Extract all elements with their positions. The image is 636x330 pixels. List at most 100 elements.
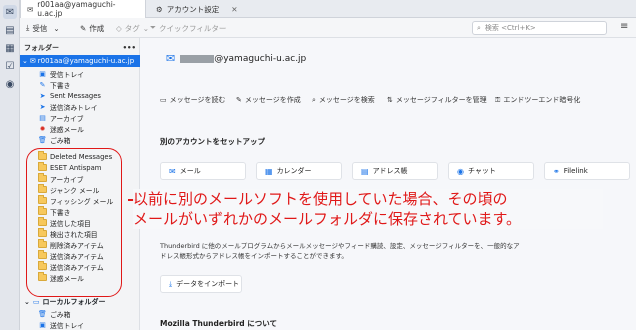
chevron-down-icon[interactable]: ⌄ [53, 24, 59, 33]
tab-mail[interactable]: ✉ r001aa@yamaguchi-u.ac.jp [20, 0, 146, 18]
tag-icon: ◇ [116, 23, 122, 33]
setup-filelink-card[interactable]: ⚭ Filelink [544, 162, 630, 180]
inbox-icon: ▣ [39, 69, 46, 78]
chevron-down-icon[interactable]: ⌄ [22, 57, 28, 65]
quick-filter-button[interactable]: ⏷ クイックフィルター [150, 21, 226, 35]
setup-chat-card[interactable]: ◉ チャット [448, 162, 534, 180]
account-label: r001aa@yamaguchi-u.ac.jp [37, 57, 135, 65]
folder-label: 送信済みトレイ [50, 103, 98, 112]
card-label: Filelink [563, 167, 588, 175]
folder-pane-header: フォルダー ••• [24, 42, 136, 54]
read-icon: ▭ [160, 96, 167, 104]
folder-label: ごみ箱 [50, 310, 71, 319]
setup-calendar-card[interactable]: ▦ カレンダー [256, 162, 342, 180]
filter-icon: ⏷ [150, 23, 156, 32]
mail-icon: ✉ [27, 4, 34, 14]
setup-section-title: 別のアカウントをセットアップ [160, 137, 265, 146]
folder-drafts[interactable]: ✎ 下書き [38, 79, 71, 90]
pencil-icon: ✎ [80, 23, 87, 33]
account-row[interactable]: ⌄ ✉ r001aa@yamaguchi-u.ac.jp [20, 55, 140, 67]
folder-archive[interactable]: ▤ アーカイブ [38, 112, 83, 123]
search-input[interactable]: ⌕ 検索 <Ctrl+K> [472, 21, 607, 35]
account-mail-icon: ✉ [29, 57, 36, 65]
trash-icon: 🗑 [38, 309, 47, 318]
annotation-line-2: メールがいずれかのメールフォルダに保存されています。 [133, 210, 522, 228]
filter-icon: ⇅ [387, 96, 393, 104]
folder-sent-tray[interactable]: ➤ 送信済みトレイ [38, 101, 98, 112]
calendar-space-icon[interactable]: ▦ [3, 41, 17, 55]
get-messages-label: 受信 [32, 23, 48, 33]
action-label: メッセージフィルターを管理 [395, 96, 487, 104]
tasks-space-icon[interactable]: ☑ [3, 59, 17, 73]
sent-icon: ➤ [39, 102, 46, 111]
more-options-icon[interactable]: ••• [123, 44, 136, 52]
local-folder-trash[interactable]: 🗑 ごみ箱 [38, 308, 70, 319]
local-folder-outbox[interactable]: ▣ 送信トレイ [38, 319, 84, 330]
local-folders-label: ローカルフォルダー [42, 297, 106, 306]
card-label: チャット [467, 167, 496, 175]
folder-label: 受信トレイ [50, 70, 84, 79]
account-address: @yamaguchi-u.ac.jp [214, 53, 307, 64]
chevron-down-icon: ⌄ [142, 23, 150, 33]
folder-label: 下書き [50, 81, 71, 90]
folder-pane-title: フォルダー [24, 44, 59, 52]
search-icon: ⌕ [477, 23, 481, 32]
mail-space-icon[interactable]: ✉ [3, 5, 17, 19]
e2e-encryption-button[interactable]: ⚿ エンドツーエンド暗号化 [495, 95, 580, 105]
import-description: Thunderbird に他のメールプログラムからメールメッセージやフィード購読… [160, 242, 520, 260]
folder-label: Sent Messages [50, 91, 101, 100]
tab-bar: ✉ r001aa@yamaguchi-u.ac.jp ⚙ アカウント設定 ✕ [20, 0, 636, 18]
draft-icon: ✎ [39, 80, 46, 89]
folder-inbox[interactable]: ▣ 受信トレイ [38, 68, 84, 79]
search-placeholder: 検索 <Ctrl+K> [484, 24, 536, 32]
action-label: エンドツーエンド暗号化 [503, 96, 581, 104]
close-icon[interactable]: ✕ [231, 5, 237, 14]
chat-icon: ◉ [457, 166, 464, 176]
chat-space-icon[interactable]: ◉ [3, 77, 17, 91]
quick-filter-label: クイックフィルター [159, 23, 227, 33]
folder-label: 送信トレイ [50, 321, 84, 330]
action-label: メッセージを作成 [244, 96, 301, 104]
get-messages-button[interactable]: ⤓ 受信 ⌄ [26, 21, 60, 35]
folder-label: ごみ箱 [50, 136, 71, 145]
tag-label: タグ [124, 23, 140, 33]
tab-label: r001aa@yamaguchi-u.ac.jp [37, 0, 116, 18]
import-data-button[interactable]: ⤓ データをインポート [160, 275, 242, 293]
tab-label: アカウント設定 [166, 4, 220, 14]
setup-mail-card[interactable]: ✉ メール [160, 162, 246, 180]
pencil-icon: ✎ [236, 96, 242, 104]
folder-trash[interactable]: 🗑 ごみ箱 [38, 134, 70, 145]
setup-address-book-card[interactable]: ▤ アドレス帳 [352, 162, 438, 180]
mail-icon: ✉ [166, 52, 176, 65]
write-button[interactable]: ✎ 作成 [80, 21, 104, 35]
import-icon: ⤓ [169, 279, 173, 288]
folder-junk[interactable]: ✹ 迷惑メール [38, 123, 84, 134]
highlight-oval [26, 148, 122, 297]
local-folders-row[interactable]: ⌄ ▭ ローカルフォルダー [20, 296, 140, 307]
write-label: 作成 [89, 23, 105, 33]
folder-label: 迷惑メール [50, 125, 84, 134]
spaces-toolbar: ✉ ▤ ▦ ☑ ◉ [0, 0, 20, 330]
folder-sent-messages[interactable]: ➤ Sent Messages [38, 90, 101, 101]
chevron-down-icon[interactable]: ⌄ [24, 298, 30, 306]
account-central-pane: ✉ @yamaguchi-u.ac.jp ▭ メッセージを読む ✎ メッセージを作成… [140, 38, 636, 330]
action-label: メッセージを検索 [318, 96, 375, 104]
compose-message-button[interactable]: ✎ メッセージを作成 [236, 95, 301, 105]
download-icon: ⤓ [26, 23, 30, 32]
card-label: メール [179, 167, 201, 175]
mail-toolbar: ⤓ 受信 ⌄ ✎ 作成 ◇ タグ ⌄ ⏷ クイックフィルター ⌕ 検索 <Ctr… [20, 18, 636, 38]
address-book-icon: ▤ [361, 166, 369, 176]
card-label: アドレス帳 [372, 167, 408, 175]
manage-filters-button[interactable]: ⇅ メッセージフィルターを管理 [387, 95, 487, 105]
about-section-title: Mozilla Thunderbird について [160, 319, 278, 328]
sent-icon: ➤ [39, 91, 46, 100]
junk-icon: ✹ [39, 124, 46, 133]
tag-button[interactable]: ◇ タグ ⌄ [116, 21, 149, 35]
redacted-username [180, 54, 215, 63]
tab-account-settings[interactable]: ⚙ アカウント設定 ✕ [150, 0, 268, 18]
search-icon: ⌕ [312, 95, 316, 104]
app-menu-icon[interactable]: ≡ [620, 21, 628, 32]
read-messages-button[interactable]: ▭ メッセージを読む [160, 95, 226, 105]
address-book-space-icon[interactable]: ▤ [3, 23, 17, 37]
search-messages-button[interactable]: ⌕ メッセージを検索 [312, 95, 375, 105]
